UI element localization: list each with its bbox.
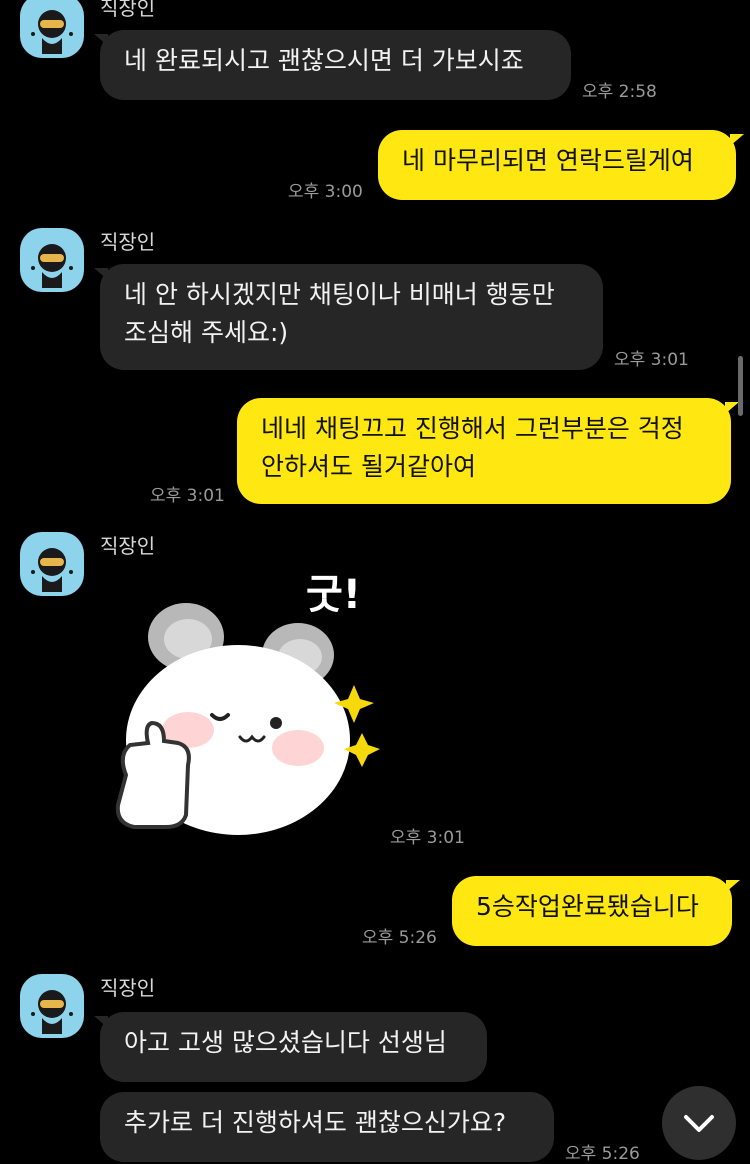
scroll-to-bottom-button[interactable] — [662, 1086, 736, 1160]
chevron-down-icon — [684, 1115, 714, 1132]
message-text: 네 마무리되면 연락드릴게여 — [402, 146, 694, 175]
message-time: 오후 3:00 — [288, 182, 363, 202]
bubble-tail — [730, 134, 744, 146]
bubble-tail — [726, 880, 740, 892]
message-time: 오후 3:01 — [150, 486, 225, 506]
message-text-line: 안하셔도 될거같아여 — [261, 452, 476, 481]
message-bubble-outgoing[interactable]: 5승작업완료됐습니다 — [452, 876, 732, 946]
profile-avatar-icon — [31, 990, 73, 1034]
message-bubble-incoming[interactable]: 아고 고생 많으셨습니다 선생님 — [100, 1012, 487, 1082]
message-text: 아고 고생 많으셨습니다 선생님 — [124, 1028, 447, 1057]
profile-avatar-icon — [31, 548, 73, 592]
message-text: 네 완료되시고 괜찮으시면 더 가보시죠 — [124, 46, 524, 75]
message-time: 오후 2:58 — [582, 82, 657, 102]
message-text-line: 네네 채팅끄고 진행해서 그런부분은 걱정 — [261, 414, 684, 443]
message-text: 추가로 더 진행하셔도 괜찮으신가요? — [124, 1108, 507, 1137]
avatar[interactable] — [20, 532, 84, 596]
sticker-text: 굿! — [306, 572, 362, 618]
avatar[interactable] — [20, 228, 84, 292]
message-text-line: 조심해 주세요:) — [124, 318, 289, 347]
message-time: 오후 3:01 — [614, 350, 689, 370]
sender-name: 직장인 — [100, 976, 156, 1000]
avatar[interactable] — [20, 0, 84, 58]
message-time: 오후 3:01 — [390, 828, 465, 848]
message-bubble-incoming[interactable]: 추가로 더 진행하셔도 괜찮으신가요? — [100, 1092, 554, 1162]
message-bubble-outgoing[interactable]: 네네 채팅끄고 진행해서 그런부분은 걱정 안하셔도 될거같아여 — [237, 398, 731, 504]
profile-avatar-icon — [31, 10, 73, 54]
thumbs-up-bear-sticker[interactable]: 굿! — [108, 565, 398, 835]
message-bubble-incoming[interactable]: 네 완료되시고 괜찮으시면 더 가보시죠 — [100, 30, 571, 100]
profile-avatar-icon — [31, 244, 73, 288]
sender-name: 직장인 — [100, 534, 156, 558]
message-time: 오후 5:26 — [362, 928, 437, 948]
message-text: 5승작업완료됐습니다 — [476, 892, 699, 921]
message-bubble-incoming[interactable]: 네 안 하시겠지만 채팅이나 비매너 행동만 조심해 주세요:) — [100, 264, 603, 370]
scrollbar[interactable] — [738, 356, 743, 416]
message-bubble-outgoing[interactable]: 네 마무리되면 연락드릴게여 — [378, 130, 736, 200]
sender-name: 직장인 — [100, 0, 156, 20]
bubble-tail — [725, 402, 739, 414]
message-text-line: 네 안 하시겠지만 채팅이나 비매너 행동만 — [124, 280, 555, 309]
sender-name: 직장인 — [100, 230, 156, 254]
avatar[interactable] — [20, 974, 84, 1038]
message-time: 오후 5:26 — [565, 1144, 640, 1164]
